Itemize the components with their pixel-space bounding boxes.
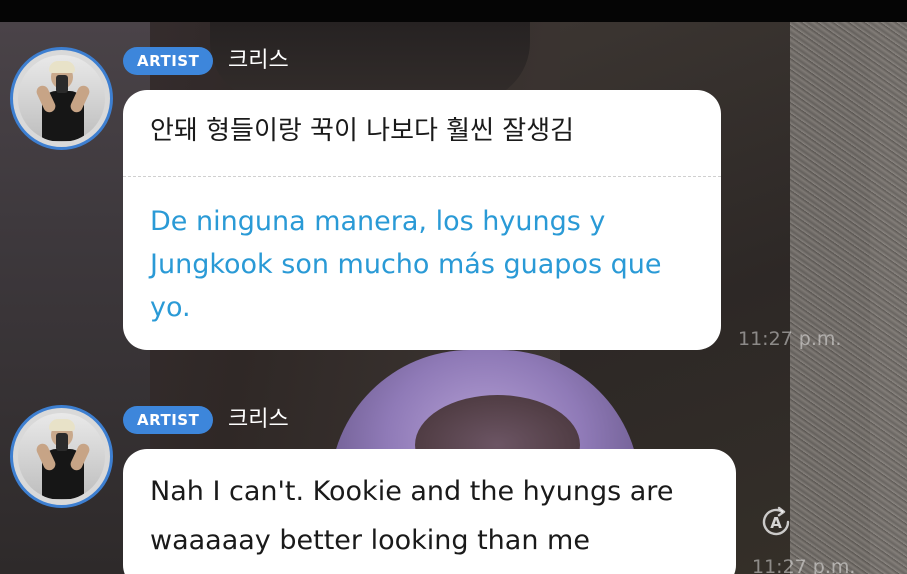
message-bubble[interactable]: 안돼 형들이랑 꾹이 나보다 훨씬 잘생김 De ninguna manera,…: [123, 90, 721, 350]
avatar-photo: [18, 55, 105, 142]
background-carpet: [790, 22, 907, 574]
message-timestamp: 11:27 p.m.: [752, 556, 856, 574]
message-translation-text: De ninguna manera, los hyungs y Jungkook…: [150, 206, 662, 323]
chat-screen: ARTIST 크리스 안돼 형들이랑 꾹이 나보다 훨씬 잘생김 De ning…: [0, 0, 907, 574]
message-text: Nah I can't. Kookie and the hyungs are w…: [150, 476, 674, 556]
message-original-text: 안돼 형들이랑 꾹이 나보다 훨씬 잘생김: [150, 116, 575, 146]
message-timestamp: 11:27 p.m.: [738, 328, 842, 350]
artist-badge: ARTIST: [123, 47, 214, 75]
sender-name: 크리스: [228, 48, 289, 73]
translation-divider: [123, 176, 721, 177]
translate-icon-glyph: A: [770, 514, 782, 532]
avatar-photo: [18, 413, 105, 500]
top-black-bar: [0, 0, 907, 22]
sender-name: 크리스: [228, 407, 289, 432]
artist-avatar[interactable]: [10, 47, 113, 150]
message-bubble[interactable]: Nah I can't. Kookie and the hyungs are w…: [123, 449, 736, 574]
artist-badge: ARTIST: [123, 406, 214, 434]
artist-avatar[interactable]: [10, 405, 113, 508]
translate-icon[interactable]: A: [758, 504, 794, 540]
